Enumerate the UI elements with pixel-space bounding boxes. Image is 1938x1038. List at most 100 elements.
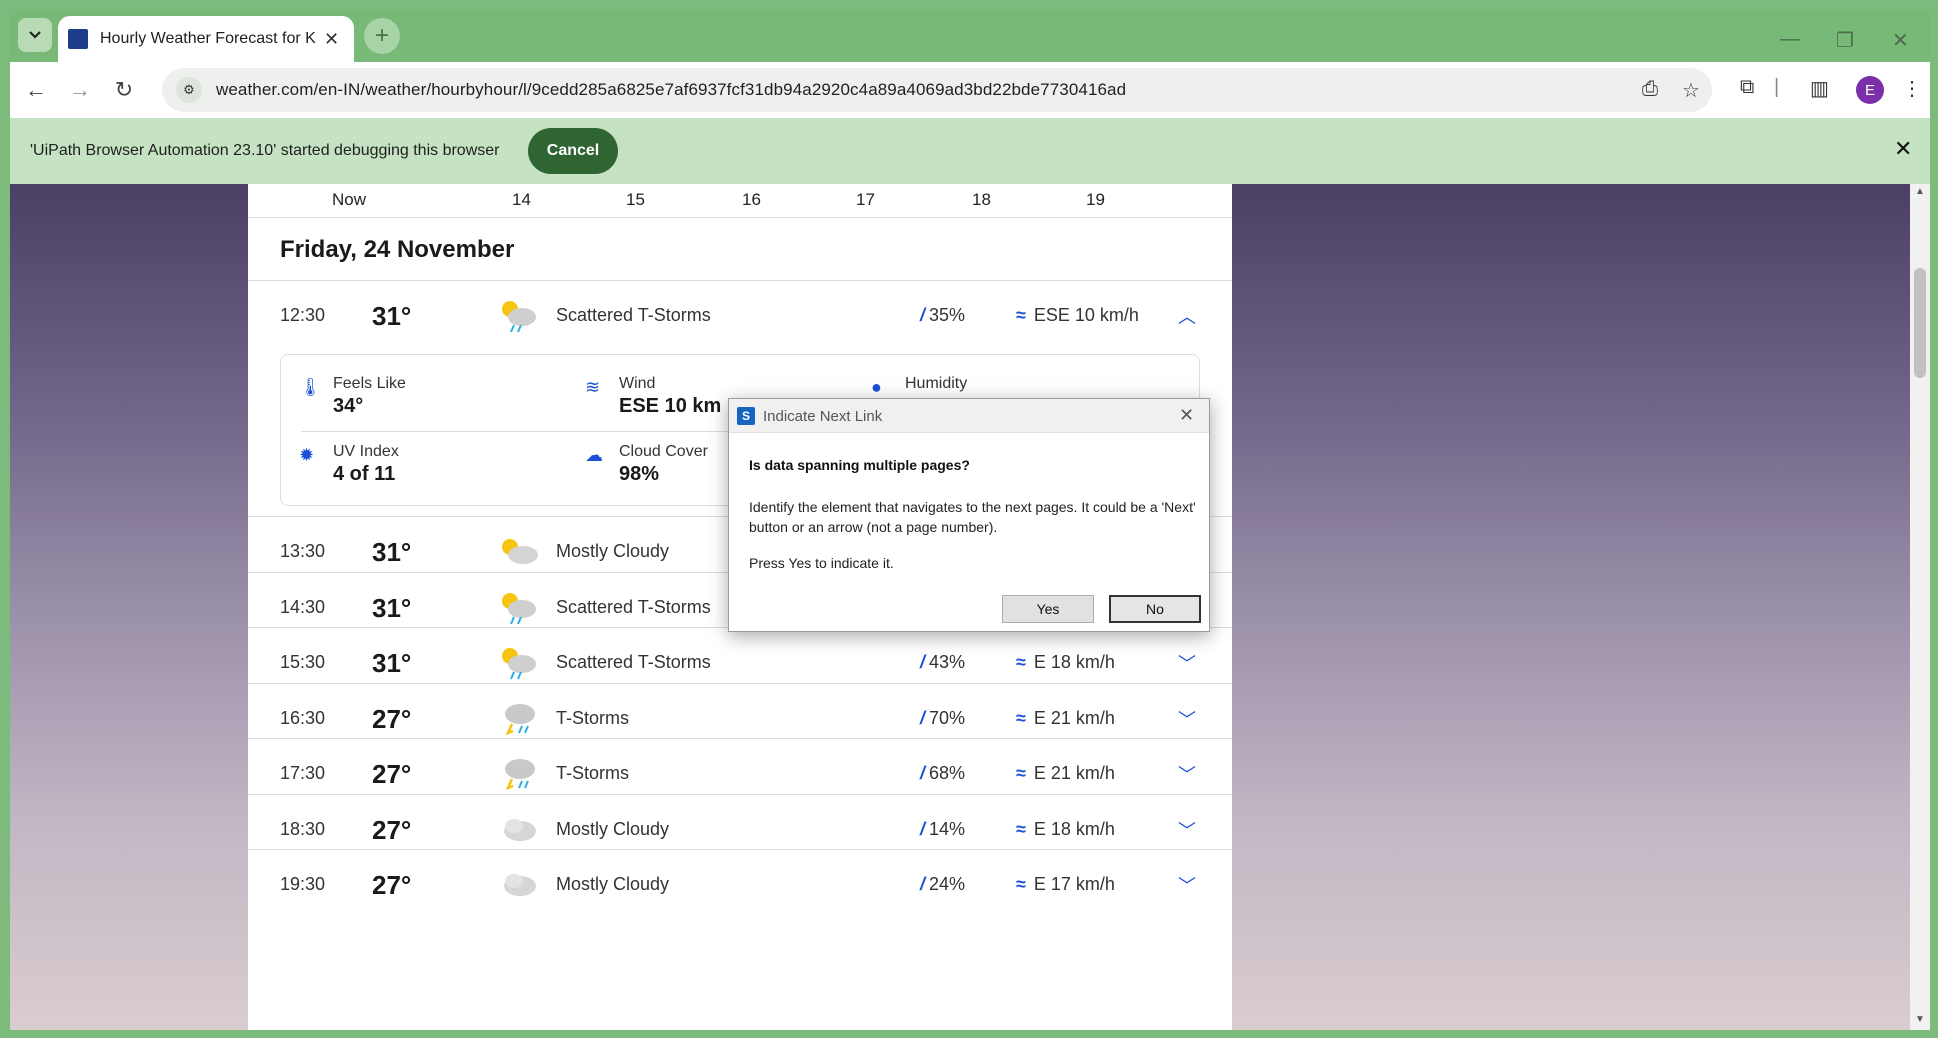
url-text[interactable]: weather.com/en-IN/weather/hourbyhour/l/9… — [216, 80, 1126, 100]
row-condition: Scattered T-Storms — [556, 305, 711, 325]
chevron-down-icon[interactable]: ﹀ — [1178, 817, 1196, 843]
detail-label: Cloud Cover — [619, 443, 708, 460]
row-temp: 27° — [372, 759, 412, 789]
partly-cloudy-icon — [502, 539, 538, 564]
wind-icon: ≈ — [1016, 305, 1026, 325]
dialog-instruction: Press Yes to indicate it. — [749, 555, 894, 571]
row-precip: /14% — [920, 819, 965, 840]
row-time: 12:30 — [280, 305, 326, 325]
raindrop-icon: / — [920, 819, 926, 839]
chevron-down-icon[interactable]: ﹀ — [1178, 872, 1196, 898]
row-precip-value: 70% — [929, 708, 966, 728]
reload-icon[interactable]: ↻ — [108, 74, 140, 106]
raindrop-icon: / — [920, 652, 926, 672]
debugging-infobar: 'UiPath Browser Automation 23.10' starte… — [10, 118, 1930, 184]
row-time: 16:30 — [280, 708, 326, 728]
row-precip-value: 43% — [929, 652, 966, 672]
row-condition: Mostly Cloudy — [556, 541, 670, 561]
row-condition: Scattered T-Storms — [556, 652, 711, 672]
row-precip-value: 14% — [929, 819, 966, 839]
chevron-down-icon[interactable]: ﹀ — [1178, 761, 1196, 787]
thunderstorm-sun-icon — [502, 648, 536, 680]
window-close-icon[interactable]: ✕ — [1892, 28, 1909, 53]
profile-avatar[interactable]: E — [1856, 76, 1884, 104]
extensions-icon[interactable]: ⧉ — [1740, 76, 1754, 99]
row-precip-value: 24% — [929, 874, 966, 894]
dialog-close-icon[interactable]: ✕ — [1179, 405, 1194, 426]
scroll-up-arrow-icon[interactable]: ▲ — [1915, 186, 1925, 197]
forecast-row[interactable]: 19:30 27° Mostly Cloudy/24% ≈ E 17 km/h ﹀ — [248, 849, 1232, 917]
row-condition: Scattered T-Storms — [556, 597, 711, 617]
tab-search-button[interactable] — [18, 18, 52, 52]
row-precip: /24% — [920, 874, 965, 895]
chevron-up-icon[interactable]: ︿ — [1178, 303, 1196, 329]
detail-label: Wind — [619, 375, 656, 392]
forward-arrow-icon[interactable]: → — [64, 74, 96, 106]
row-condition: Mostly Cloudy — [556, 874, 670, 894]
active-tab[interactable]: Hourly Weather Forecast for K ✕ — [58, 16, 354, 62]
scroll-down-arrow-icon[interactable]: ▼ — [1915, 1014, 1925, 1025]
row-temp: 27° — [372, 870, 412, 900]
thunderstorm-icon — [505, 759, 535, 791]
row-wind-value: E 18 km/h — [1033, 819, 1115, 839]
thunderstorm-sun-icon — [502, 301, 536, 333]
day-header: Friday, 24 November — [280, 236, 515, 263]
row-precip: /68% — [920, 763, 965, 784]
site-info-icon[interactable]: ⚙ — [176, 77, 202, 103]
dialog-body: Identify the element that navigates to t… — [749, 499, 1196, 535]
row-wind: ≈ E 18 km/h — [1016, 652, 1115, 673]
side-panel-icon[interactable]: ▥ — [1810, 76, 1829, 101]
tab-title: Hourly Weather Forecast for K — [100, 30, 316, 47]
toolbar-divider: | — [1774, 76, 1780, 98]
row-time: 14:30 — [280, 597, 326, 617]
browser-toolbar: ← → ↻ ⚙ weather.com/en-IN/weather/hourby… — [10, 62, 1930, 118]
forecast-row-expanded[interactable]: 12:30 31° Scattered T-Storms /35% ≈ ESE 1… — [248, 280, 1232, 348]
raindrop-icon: / — [920, 763, 926, 783]
minimize-icon[interactable]: — — [1780, 28, 1800, 51]
tab-close-icon[interactable]: ✕ — [324, 29, 339, 50]
restore-icon[interactable]: ❐ — [1836, 28, 1854, 53]
row-condition: Mostly Cloudy — [556, 819, 670, 839]
hour-tick: 18 — [972, 190, 991, 209]
menu-kebab-icon[interactable]: ⋮ — [1902, 76, 1922, 101]
cloud-icon: ☁ — [585, 445, 603, 465]
hour-tick: 17 — [856, 190, 875, 209]
raindrop-icon: / — [920, 874, 926, 894]
thunderstorm-sun-icon — [502, 593, 536, 625]
install-app-icon[interactable]: ⎙ — [1642, 78, 1658, 101]
chevron-down-icon[interactable]: ﹀ — [1178, 650, 1196, 676]
row-precip-value: 35% — [929, 305, 966, 325]
yes-button[interactable]: Yes — [1002, 595, 1094, 623]
wind-icon: ≈ — [1016, 652, 1026, 672]
row-time: 13:30 — [280, 541, 326, 561]
hour-tick: 16 — [742, 190, 761, 209]
row-wind-value: ESE 10 km/h — [1033, 305, 1139, 325]
wind-icon: ≈ — [1016, 763, 1026, 783]
cancel-button[interactable]: Cancel — [528, 128, 618, 174]
row-temp: 31° — [372, 593, 412, 623]
bookmark-star-icon[interactable]: ☆ — [1682, 78, 1700, 103]
wind-icon: ≋ — [585, 377, 601, 397]
back-arrow-icon[interactable]: ← — [20, 74, 52, 106]
chevron-down-icon — [29, 31, 41, 39]
address-bar[interactable]: ⚙ weather.com/en-IN/weather/hourbyhour/l… — [162, 68, 1712, 112]
wind-icon: ≈ — [1016, 874, 1026, 894]
no-button[interactable]: No — [1109, 595, 1201, 623]
cloudy-icon — [504, 874, 536, 896]
row-precip: /43% — [920, 652, 965, 673]
indicate-next-link-dialog: S Indicate Next Link ✕ Is data spanning … — [728, 398, 1210, 632]
scroll-thumb[interactable] — [1914, 268, 1926, 378]
chevron-down-icon[interactable]: ﹀ — [1178, 706, 1196, 732]
row-wind: ≈ E 18 km/h — [1016, 819, 1115, 840]
row-time: 19:30 — [280, 874, 326, 894]
detail-label: Humidity — [905, 375, 968, 392]
uipath-logo-icon: S — [737, 407, 755, 425]
detail-value: 4 of 11 — [333, 463, 396, 485]
thunderstorm-icon — [505, 704, 535, 736]
page-scrollbar[interactable]: ▲ ▼ — [1910, 184, 1930, 1030]
new-tab-button[interactable]: + — [364, 18, 400, 54]
raindrop-icon: / — [920, 305, 926, 325]
infobar-close-icon[interactable]: ✕ — [1894, 136, 1912, 162]
detail-value: 34° — [333, 395, 364, 417]
hour-tick: 14 — [512, 190, 531, 209]
